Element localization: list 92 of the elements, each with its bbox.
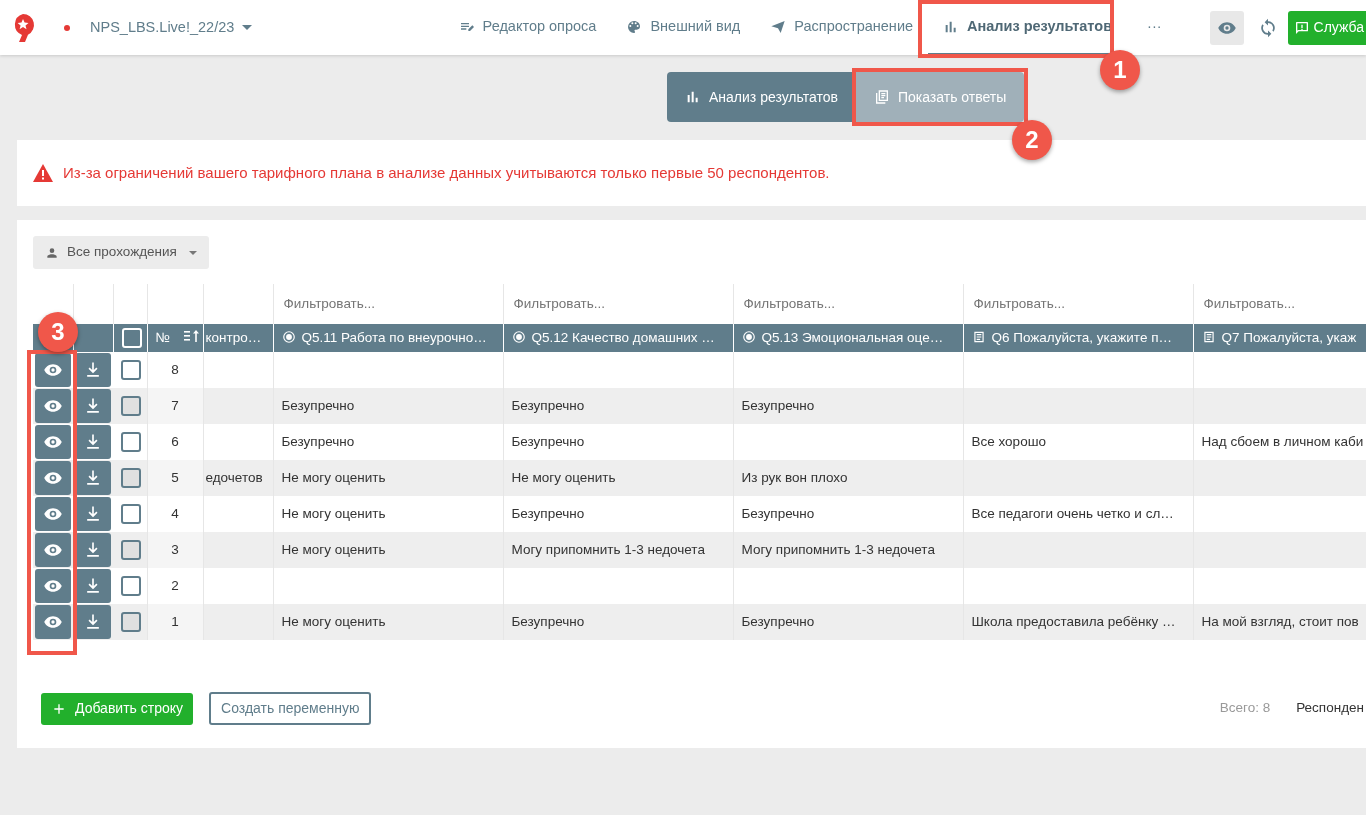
- table-cell: На мой взгляд, стоит пов: [1201, 613, 1359, 629]
- service-button[interactable]: Служба: [1287, 10, 1366, 45]
- table-cell: Не могу оценить: [281, 469, 386, 485]
- sort-icon[interactable]: [184, 328, 200, 343]
- preview-button[interactable]: [1209, 10, 1244, 45]
- paper-plane-icon: [770, 18, 787, 35]
- download-button[interactable]: [75, 389, 111, 423]
- respondent-filter-dropdown[interactable]: Все прохождения: [33, 236, 209, 269]
- table-cell: Все педагоги очень четко и сл…: [971, 505, 1174, 521]
- palette-icon: [626, 18, 643, 35]
- row-checkbox[interactable]: [121, 504, 141, 524]
- download-button[interactable]: [75, 533, 111, 567]
- row-checkbox[interactable]: [121, 396, 141, 416]
- column-header[interactable]: №: [155, 329, 170, 345]
- nav-tab[interactable]: Внешний вид: [611, 0, 756, 55]
- alert-message: Из-за ограничений вашего тарифного плана в анализе данных учитываются только первые 50 респондентов.: [63, 162, 830, 183]
- table-cell: Могу припомнить 1-3 недочета: [741, 541, 935, 557]
- nav-tab[interactable]: Распространение: [755, 0, 929, 55]
- table-cell: едочетов: [205, 469, 263, 485]
- row-checkbox[interactable]: [121, 432, 141, 452]
- row-number: 1: [171, 613, 179, 629]
- table-cell: Над сбоем в личном каби: [1201, 433, 1364, 449]
- table-cell: Безупречно: [511, 505, 585, 521]
- text-lines-icon: [1201, 329, 1216, 344]
- download-button[interactable]: [75, 569, 111, 603]
- respondents-label: Респонден: [1296, 699, 1364, 718]
- row-number: 4: [171, 505, 179, 521]
- radio-icon: [281, 329, 296, 344]
- chat-icon: [1293, 19, 1310, 36]
- project-selector[interactable]: NPS_LBS.Live!_22/23: [90, 16, 253, 39]
- view-tab[interactable]: Показать ответы: [855, 72, 1025, 122]
- filter-field[interactable]: Фильтровать...: [741, 292, 955, 316]
- row-number: 7: [171, 397, 179, 413]
- row-number: 2: [171, 577, 179, 593]
- table-cell: Могу припомнить 1-3 недочета: [511, 541, 705, 557]
- table-cell: Безупречно: [511, 613, 585, 629]
- row-checkbox[interactable]: [121, 576, 141, 596]
- filter-field[interactable]: Фильтровать...: [511, 292, 725, 316]
- view-response-button[interactable]: [35, 569, 71, 603]
- table-cell: Не могу оценить: [511, 469, 616, 485]
- text-lines-icon: [971, 329, 986, 344]
- table-cell: Безупречно: [281, 433, 355, 449]
- download-button[interactable]: [75, 605, 111, 639]
- row-number: 6: [171, 433, 179, 449]
- table-cell: Из рук вон плохо: [741, 469, 848, 485]
- status-dot-icon: [64, 24, 70, 31]
- select-all-checkbox[interactable]: [121, 328, 142, 348]
- caret-icon: [188, 250, 197, 255]
- table-cell: Не могу оценить: [281, 541, 386, 557]
- row-checkbox[interactable]: [121, 360, 141, 380]
- total-count: Всего: 8: [1219, 699, 1271, 718]
- row-checkbox[interactable]: [121, 540, 141, 560]
- person-icon: [45, 245, 59, 260]
- table-cell: Не могу оценить: [281, 505, 386, 521]
- callout-number: 1: [1100, 50, 1140, 90]
- filter-field[interactable]: Фильтровать...: [281, 292, 495, 316]
- bar-chart-icon: [685, 89, 701, 105]
- row-number: 8: [171, 361, 179, 377]
- table-cell: Безупречно: [741, 397, 815, 413]
- table-cell: Безупречно: [511, 397, 585, 413]
- table-cell: Безупречно: [741, 505, 815, 521]
- table-cell: Безупречно: [511, 433, 585, 449]
- view-response-button[interactable]: [35, 389, 71, 423]
- download-button[interactable]: [75, 353, 111, 387]
- view-response-button[interactable]: [35, 425, 71, 459]
- caret-icon: [242, 25, 253, 30]
- table-cell: Безупречно: [741, 613, 815, 629]
- radio-icon: [741, 329, 756, 344]
- view-response-button[interactable]: [35, 533, 71, 567]
- nav-tab[interactable]: Редактор опроса: [443, 0, 612, 55]
- row-number: 5: [171, 469, 179, 485]
- view-response-button[interactable]: [35, 497, 71, 531]
- table-cell: Не могу оценить: [281, 613, 386, 629]
- download-button[interactable]: [75, 497, 111, 531]
- view-response-button[interactable]: [35, 605, 71, 639]
- warning-icon: [33, 164, 53, 182]
- create-variable-button[interactable]: Создать переменную: [209, 692, 372, 725]
- row-number: 3: [171, 541, 179, 557]
- table-cell: Школа предоставила ребёнку …: [971, 613, 1176, 629]
- download-button[interactable]: [75, 425, 111, 459]
- row-checkbox[interactable]: [121, 612, 141, 632]
- radio-icon: [511, 329, 526, 344]
- filter-field[interactable]: Фильтровать...: [971, 292, 1185, 316]
- filter-field[interactable]: Фильтровать...: [1201, 292, 1366, 316]
- download-button[interactable]: [75, 461, 111, 495]
- row-checkbox[interactable]: [121, 468, 141, 488]
- view-response-button[interactable]: [35, 353, 71, 387]
- table-cell: Все хорошо: [971, 433, 1046, 449]
- view-response-button[interactable]: [35, 461, 71, 495]
- documents-icon: [873, 89, 890, 105]
- table-cell: Безупречно: [281, 397, 355, 413]
- add-row-button[interactable]: Добавить строку: [41, 692, 194, 725]
